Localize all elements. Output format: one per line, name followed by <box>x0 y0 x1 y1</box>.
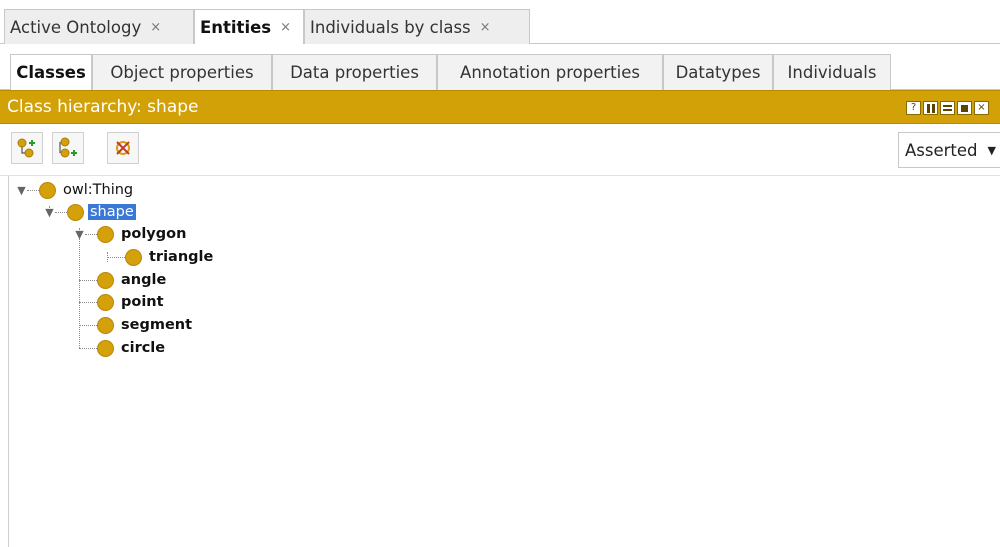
tab-individuals[interactable]: Individuals <box>773 54 891 90</box>
entities-tab-bar: Classes Object properties Data propertie… <box>0 44 1000 90</box>
tab-data-properties[interactable]: Data properties <box>272 54 437 90</box>
class-label: segment <box>121 317 193 333</box>
close-tab-icon[interactable]: × <box>480 20 491 35</box>
hierarchy-mode-value: Asserted <box>905 140 978 160</box>
tree-node-polygon[interactable]: ▼ polygon <box>74 223 188 245</box>
class-label: polygon <box>121 226 187 242</box>
add-sibling-class-icon <box>59 137 77 158</box>
class-icon <box>39 181 56 199</box>
close-tab-icon[interactable]: × <box>150 20 161 35</box>
class-label: angle <box>121 272 167 288</box>
chevron-down-icon: ▼ <box>987 143 996 157</box>
tree-node-segment[interactable]: segment <box>79 314 194 336</box>
expand-toggle-icon[interactable]: ▼ <box>74 228 85 241</box>
class-icon <box>97 316 114 334</box>
tab-entities[interactable]: Entities × <box>194 9 304 45</box>
tree-node-shape[interactable]: ▼ shape <box>44 201 136 223</box>
class-label: point <box>121 294 164 310</box>
split-vertical-icon[interactable] <box>923 101 938 115</box>
add-subclass-button[interactable] <box>11 132 43 164</box>
class-icon <box>67 203 84 221</box>
tab-label: Entities <box>200 18 272 37</box>
expand-toggle-icon[interactable]: ▼ <box>44 206 55 219</box>
tab-datatypes[interactable]: Datatypes <box>663 54 773 90</box>
tab-individuals-by-class[interactable]: Individuals by class × <box>304 9 530 44</box>
class-label: circle <box>121 340 166 356</box>
tab-object-properties[interactable]: Object properties <box>92 54 272 90</box>
view-controls: ? × <box>906 101 989 115</box>
view-title: Class hierarchy: shape <box>7 97 199 117</box>
tree-node-circle[interactable]: circle <box>79 337 167 359</box>
close-view-icon[interactable]: × <box>974 101 989 115</box>
view-header: Class hierarchy: shape ? × <box>0 90 1000 124</box>
delete-class-button[interactable] <box>107 132 139 164</box>
tree-node-triangle[interactable]: triangle <box>107 246 215 268</box>
tree-node-owl-thing[interactable]: ▼ owl:Thing <box>16 179 135 201</box>
tree-border <box>8 176 9 547</box>
workspace-tab-bar: Active Ontology × Entities × Individuals… <box>0 0 1000 45</box>
tab-label: Individuals by class <box>310 17 471 37</box>
class-hierarchy-tree: ▼ owl:Thing ▼ shape ▼ polygon triangle a… <box>0 176 1000 547</box>
close-tab-icon[interactable]: × <box>280 20 291 35</box>
class-toolbar: Asserted ▼ <box>0 124 1000 176</box>
tab-label: Active Ontology <box>10 17 142 37</box>
class-icon <box>97 271 114 289</box>
expand-toggle-icon[interactable]: ▼ <box>16 184 27 197</box>
tree-node-point[interactable]: point <box>79 291 166 313</box>
class-icon <box>97 293 114 311</box>
class-icon <box>97 225 114 243</box>
split-horizontal-icon[interactable] <box>940 101 955 115</box>
add-subclass-icon <box>17 138 35 158</box>
class-icon <box>97 339 114 357</box>
class-icon <box>125 248 142 266</box>
delete-class-icon <box>116 141 130 155</box>
hierarchy-mode-select[interactable]: Asserted ▼ <box>898 132 1000 168</box>
class-label: triangle <box>149 249 214 265</box>
class-label-selected: shape <box>88 204 136 220</box>
tab-annotation-properties[interactable]: Annotation properties <box>437 54 663 90</box>
add-sibling-class-button[interactable] <box>52 132 84 164</box>
tree-node-angle[interactable]: angle <box>79 269 168 291</box>
class-label: owl:Thing <box>63 182 134 198</box>
maximize-icon[interactable] <box>957 101 972 115</box>
tab-classes[interactable]: Classes <box>10 54 92 90</box>
tab-active-ontology[interactable]: Active Ontology × <box>4 9 194 44</box>
help-icon[interactable]: ? <box>906 101 921 115</box>
